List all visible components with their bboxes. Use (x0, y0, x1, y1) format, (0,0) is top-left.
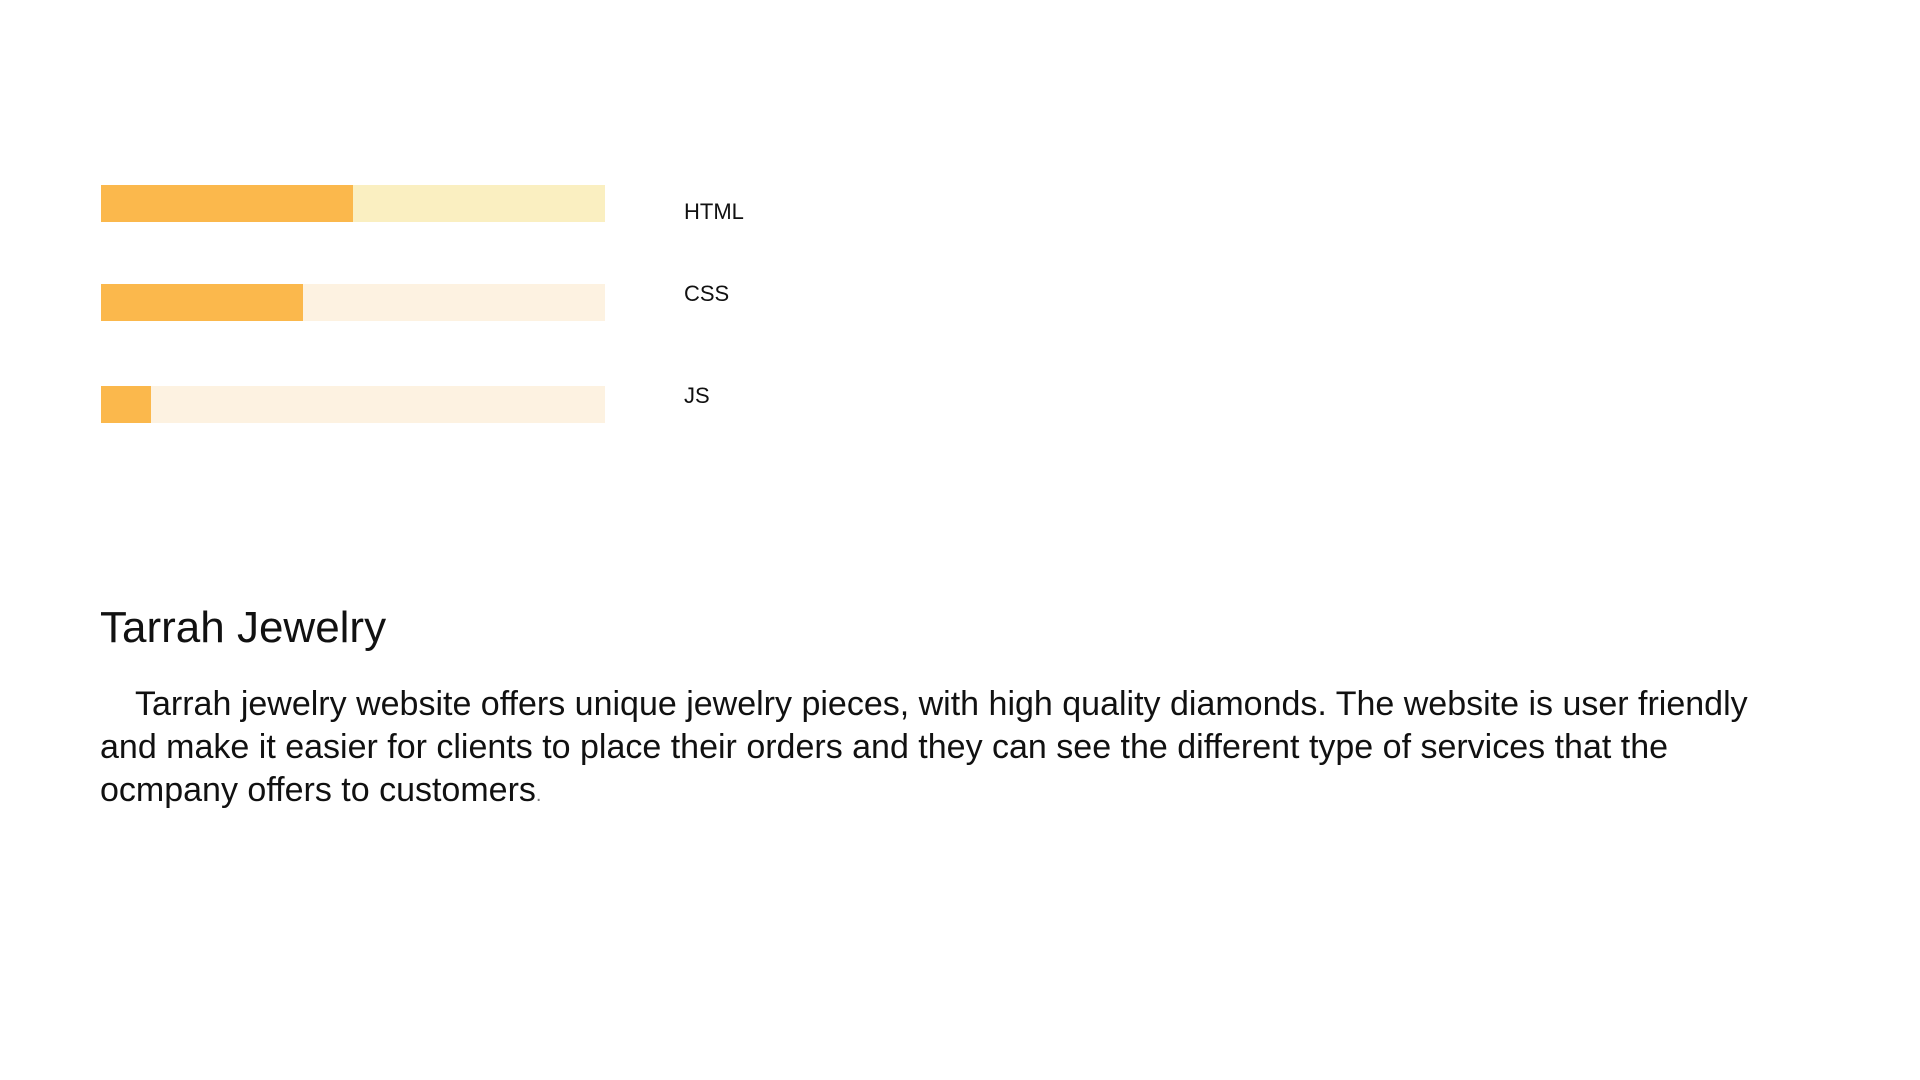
project-description-text: Tarrah jewelry website offers unique jew… (100, 685, 1748, 809)
skill-bar-fill-css (101, 284, 303, 321)
project-title: Tarrah Jewelry (100, 603, 387, 652)
skill-bar-fill-js (101, 386, 152, 423)
skills-section: HTML CSS JS (0, 0, 1920, 500)
skill-label-html: HTML (684, 199, 744, 224)
skill-bar-css (101, 284, 605, 321)
skill-label-js: JS (684, 383, 710, 408)
project-description-period: . (535, 784, 542, 806)
skill-bar-html (101, 185, 605, 222)
skill-label-css: CSS (684, 281, 730, 306)
skill-bar-js (101, 386, 605, 423)
project-description: Tarrah jewelry website offers unique jew… (100, 683, 1800, 817)
skill-bar-fill-html (101, 185, 353, 222)
